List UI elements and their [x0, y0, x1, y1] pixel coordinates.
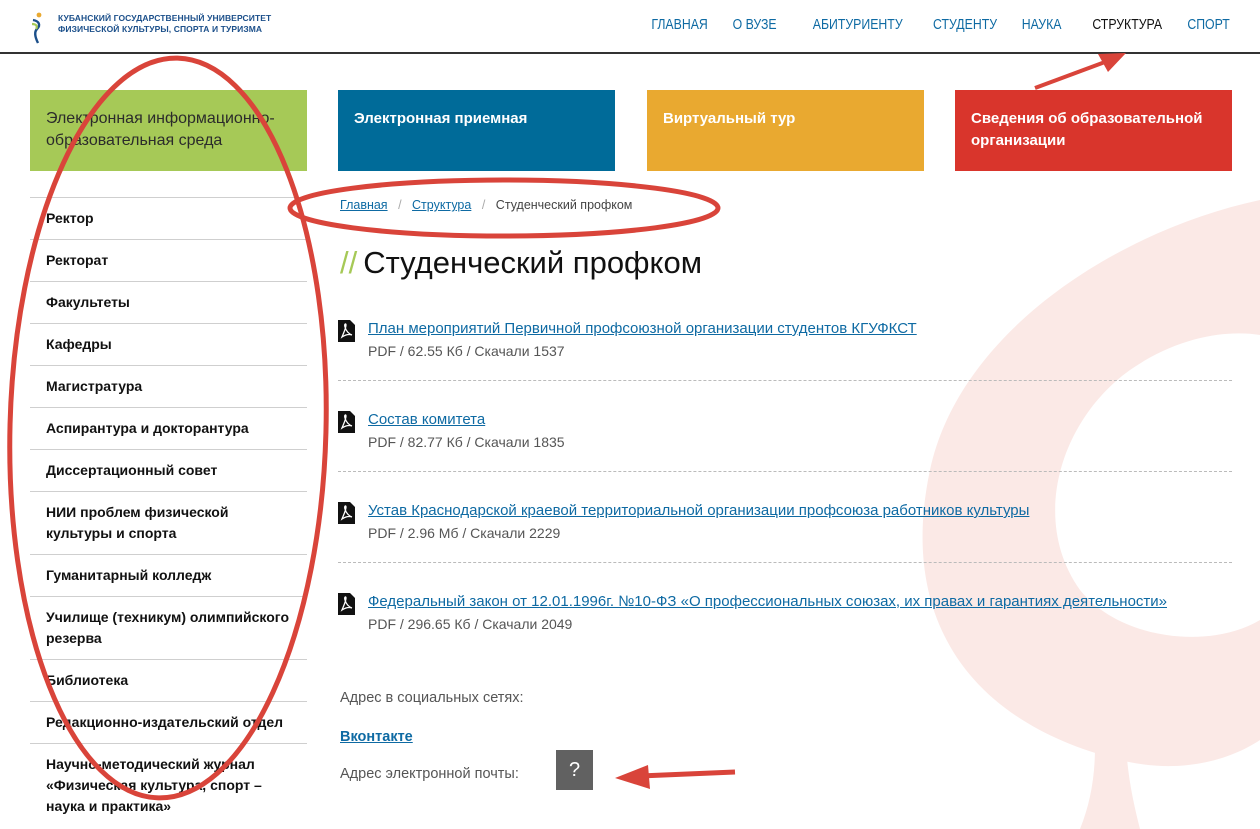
- document-meta: PDF / 82.77 Кб / Скачали 1835: [368, 434, 565, 450]
- document-meta: PDF / 296.65 Кб / Скачали 2049: [368, 616, 573, 632]
- email-label: Адрес электронной почты:: [340, 766, 519, 782]
- breadcrumb-current: Студенческий профком: [495, 198, 633, 212]
- university-name[interactable]: КУБАНСКИЙ ГОСУДАРСТВЕННЫЙ УНИВЕРСИТЕТ ФИ…: [58, 13, 271, 35]
- tile-eios[interactable]: Электронная информационно-образовательна…: [30, 90, 307, 171]
- email-reveal-button[interactable]: ?: [556, 750, 593, 790]
- list-item: Устав Краснодарской краевой территориаль…: [338, 500, 1232, 563]
- pdf-icon: [338, 502, 355, 524]
- document-link[interactable]: Федеральный закон от 12.01.1996г. №10-ФЗ…: [368, 591, 1232, 613]
- pdf-icon: [338, 593, 355, 615]
- sidebar-item-dissertation-council[interactable]: Диссертационный совет: [30, 449, 307, 491]
- pdf-icon: [338, 320, 355, 342]
- main-nav: ГЛАВНАЯ О ВУЗЕ АБИТУРИЕНТУ СТУДЕНТУ НАУК…: [623, 16, 1230, 33]
- sidebar-item-college[interactable]: Гуманитарный колледж: [30, 554, 307, 596]
- breadcrumb-separator: /: [481, 198, 486, 212]
- vk-link[interactable]: Вконтакте: [340, 729, 413, 745]
- sidebar-item-rector[interactable]: Ректор: [30, 197, 307, 239]
- nav-home[interactable]: ГЛАВНАЯ: [651, 16, 707, 33]
- sidebar-item-magistracy[interactable]: Магистратура: [30, 365, 307, 407]
- nav-sport[interactable]: СПОРТ: [1188, 16, 1230, 33]
- tile-e-reception[interactable]: Электронная приемная: [338, 90, 615, 171]
- sidebar-item-library[interactable]: Библиотека: [30, 659, 307, 701]
- document-link[interactable]: Устав Краснодарской краевой территориаль…: [368, 500, 1232, 522]
- page-title: //Студенческий профком: [340, 245, 702, 281]
- document-link[interactable]: Состав комитета: [368, 409, 1232, 431]
- sidebar-menu: Ректор Ректорат Факультеты Кафедры Магис…: [30, 197, 307, 827]
- breadcrumb-separator: /: [398, 198, 402, 212]
- sidebar-item-faculties[interactable]: Факультеты: [30, 281, 307, 323]
- list-item: Состав комитета PDF / 82.77 Кб / Скачали…: [338, 409, 1232, 472]
- document-meta: PDF / 62.55 Кб / Скачали 1537: [368, 343, 565, 359]
- nav-student[interactable]: СТУДЕНТУ: [933, 16, 997, 33]
- university-logo-icon[interactable]: [30, 12, 44, 44]
- document-link[interactable]: План мероприятий Первичной профсоюзной о…: [368, 318, 1232, 340]
- breadcrumb-home[interactable]: Главная: [340, 198, 388, 212]
- breadcrumb: Главная / Структура / Студенческий профк…: [340, 198, 632, 212]
- sidebar-item-rectorate[interactable]: Ректорат: [30, 239, 307, 281]
- nav-about[interactable]: О ВУЗЕ: [733, 16, 777, 33]
- nav-structure[interactable]: СТРУКТУРА: [1092, 16, 1162, 33]
- document-meta: PDF / 2.96 Мб / Скачали 2229: [368, 525, 561, 541]
- tile-virtual-tour[interactable]: Виртуальный тур: [647, 90, 924, 171]
- list-item: План мероприятий Первичной профсоюзной о…: [338, 318, 1232, 381]
- nav-applicant[interactable]: АБИТУРИЕНТУ: [813, 16, 903, 33]
- pdf-icon: [338, 411, 355, 433]
- breadcrumb-structure[interactable]: Структура: [412, 198, 471, 212]
- university-name-line2: ФИЗИЧЕСКОЙ КУЛЬТУРЫ, СПОРТА И ТУРИЗМА: [58, 24, 263, 34]
- sidebar-item-olympic-school[interactable]: Училище (техникум) олимпийского резерва: [30, 596, 307, 659]
- nav-science[interactable]: НАУКА: [1021, 16, 1061, 33]
- social-heading: Адрес в социальных сетях:: [340, 690, 524, 706]
- sidebar-item-journal[interactable]: Научно-методический журнал «Физическая к…: [30, 743, 307, 827]
- sidebar-item-research-institute[interactable]: НИИ проблем физической культуры и спорта: [30, 491, 307, 554]
- list-item: Федеральный закон от 12.01.1996г. №10-ФЗ…: [338, 591, 1232, 649]
- university-name-line1: КУБАНСКИЙ ГОСУДАРСТВЕННЫЙ УНИВЕРСИТЕТ: [58, 13, 272, 23]
- page-title-text: Студенческий профком: [363, 245, 703, 280]
- tile-org-info[interactable]: Сведения об образовательной организации: [955, 90, 1232, 171]
- sidebar-item-departments[interactable]: Кафедры: [30, 323, 307, 365]
- sidebar-item-publishing[interactable]: Редакционно-издательский отдел: [30, 701, 307, 743]
- site-header: КУБАНСКИЙ ГОСУДАРСТВЕННЫЙ УНИВЕРСИТЕТ ФИ…: [0, 0, 1260, 54]
- sidebar-item-postgraduate[interactable]: Аспирантура и докторантура: [30, 407, 307, 449]
- title-accent-slash: //: [340, 245, 358, 280]
- document-list: План мероприятий Первичной профсоюзной о…: [338, 318, 1232, 649]
